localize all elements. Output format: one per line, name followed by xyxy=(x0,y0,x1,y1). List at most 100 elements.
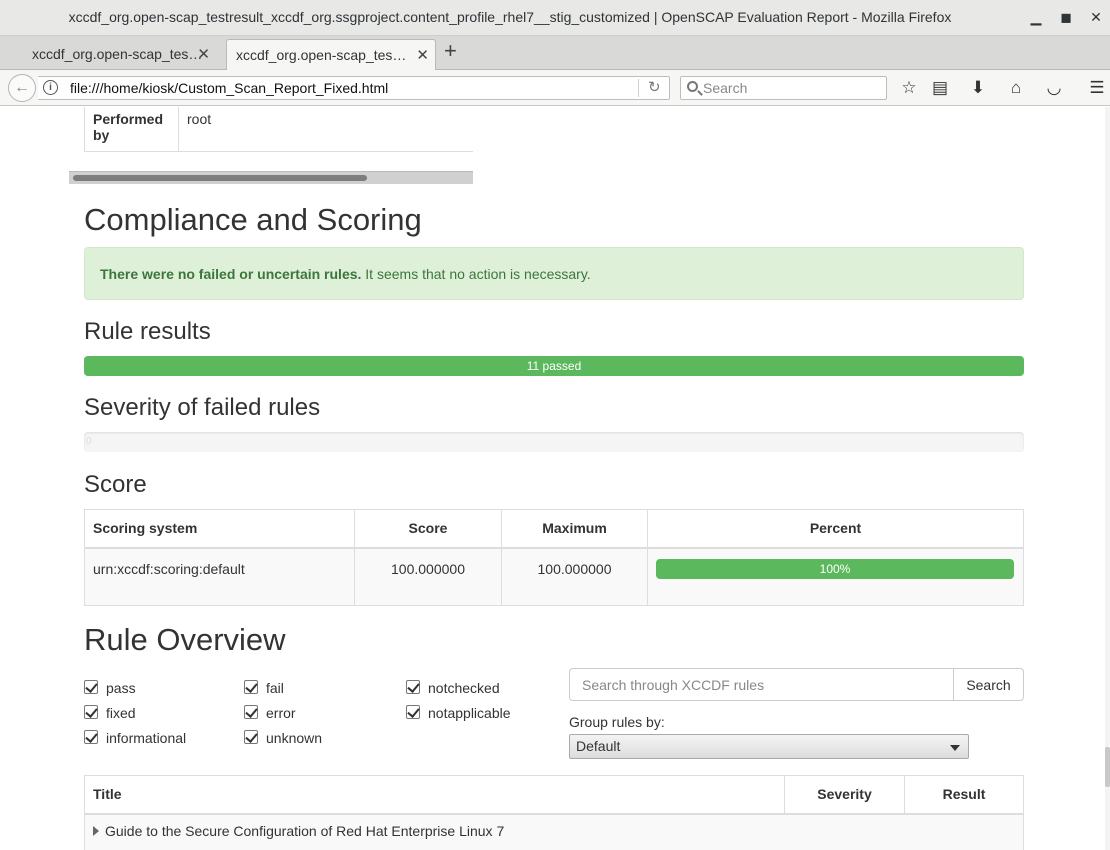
scoring-system-cell: urn:xccdf:scoring:default xyxy=(84,547,355,606)
url-text[interactable]: file:///home/kiosk/Custom_Scan_Report_Fi… xyxy=(70,80,388,96)
group-rules-value: Default xyxy=(576,738,621,754)
severity-heading: Severity of failed rules xyxy=(84,394,321,421)
tab-report-2[interactable]: xccdf_org.open-scap_tes… ✕ xyxy=(226,39,436,70)
rule-group-row[interactable]: Guide to the Secure Configuration of Red… xyxy=(84,813,1024,850)
chevron-down-icon xyxy=(950,745,960,751)
web-search-box[interactable] xyxy=(680,76,887,100)
col-result: Result xyxy=(904,775,1024,815)
checkbox-checked[interactable] xyxy=(84,680,98,694)
menu-icon[interactable]: ☰ xyxy=(1086,78,1108,100)
close-tab-icon[interactable]: ✕ xyxy=(416,46,429,64)
table-header-row: Scoring system Score Maximum Percent xyxy=(84,509,1024,549)
col-percent: Percent xyxy=(647,509,1024,549)
web-search-input[interactable] xyxy=(703,79,883,97)
rule-search-group: Search xyxy=(569,668,1024,701)
checkbox-label: informational xyxy=(106,730,187,746)
expand-triangle-icon[interactable] xyxy=(93,825,99,836)
close-tab-icon[interactable]: ✕ xyxy=(197,45,210,63)
url-bar[interactable]: i file:///home/kiosk/Custom_Scan_Report_… xyxy=(38,76,670,100)
reading-list-icon[interactable]: ▤ xyxy=(929,78,951,100)
col-maximum: Maximum xyxy=(501,509,648,549)
new-tab-icon[interactable]: + xyxy=(444,40,457,62)
tab-strip: xccdf_org.open-scap_tes… ✕ xccdf_org.ope… xyxy=(0,36,1110,70)
compliance-heading: Compliance and Scoring xyxy=(84,202,422,237)
minimize-icon[interactable]: ▁ xyxy=(1026,7,1046,27)
navigation-toolbar: ← i file:///home/kiosk/Custom_Scan_Repor… xyxy=(0,70,1110,106)
severity-bar: 0 xyxy=(86,436,92,447)
filter-unknown-checkbox[interactable]: unknown xyxy=(244,729,322,747)
bookmark-star-icon[interactable]: ☆ xyxy=(898,78,920,100)
checkbox-label: pass xyxy=(106,680,136,696)
severity-progress: 0 xyxy=(84,432,1024,452)
col-severity: Severity xyxy=(784,775,905,815)
back-arrow-icon[interactable]: ← xyxy=(8,74,36,102)
checkbox-checked[interactable] xyxy=(84,730,98,744)
url-divider xyxy=(638,79,639,97)
col-title: Title xyxy=(84,775,785,815)
rule-results-heading: Rule results xyxy=(84,318,211,345)
percent-cell: 100% xyxy=(647,547,1024,606)
vertical-scrollbar[interactable] xyxy=(1105,107,1110,850)
search-icon xyxy=(687,81,698,92)
evaluation-characteristics-table: Performed by root xyxy=(84,107,473,152)
filter-error-checkbox[interactable]: error xyxy=(244,704,296,722)
rule-search-button[interactable]: Search xyxy=(953,668,1024,701)
table-row: urn:xccdf:scoring:default 100.000000 100… xyxy=(84,547,1024,606)
col-score: Score xyxy=(354,509,502,549)
checkbox-label: fixed xyxy=(106,705,136,721)
checkbox-label: fail xyxy=(266,680,284,696)
window-titlebar: xccdf_org.open-scap_testresult_xccdf_org… xyxy=(0,0,1110,36)
performed-by-label: Performed by xyxy=(84,107,179,152)
table-header-row: Title Severity Result xyxy=(84,775,1024,815)
horizontal-scrollbar[interactable] xyxy=(69,171,473,184)
rule-search-input[interactable] xyxy=(569,668,954,701)
maximum-cell: 100.000000 xyxy=(501,547,648,606)
filter-pass-checkbox[interactable]: pass xyxy=(84,679,136,697)
percent-bar: 100% xyxy=(656,558,1014,579)
group-rules-select[interactable]: Default xyxy=(569,734,969,759)
table-row: Performed by root xyxy=(84,107,473,152)
checkbox-checked[interactable] xyxy=(244,730,258,744)
checkbox-checked[interactable] xyxy=(406,680,420,694)
checkbox-label: notchecked xyxy=(428,680,500,696)
filter-notchecked-checkbox[interactable]: notchecked xyxy=(406,679,500,697)
window-title: xccdf_org.open-scap_testresult_xccdf_org… xyxy=(68,9,952,25)
report-page: Performed by root Compliance and Scoring… xyxy=(0,107,1110,850)
checkbox-checked[interactable] xyxy=(244,680,258,694)
rule-results-progress: 11 passed xyxy=(84,356,1024,376)
checkbox-label: notapplicable xyxy=(428,705,511,721)
col-scoring-system: Scoring system xyxy=(84,509,355,549)
home-icon[interactable]: ⌂ xyxy=(1005,78,1027,100)
downloads-icon[interactable]: ⬇ xyxy=(967,78,989,100)
checkbox-checked[interactable] xyxy=(84,705,98,719)
alert-bold-text: There were no failed or uncertain rules. xyxy=(100,266,362,282)
tab-label: xccdf_org.open-scap_tes… xyxy=(32,46,203,62)
filter-fail-checkbox[interactable]: fail xyxy=(244,679,284,697)
pocket-icon[interactable]: ◡ xyxy=(1043,78,1065,100)
score-cell: 100.000000 xyxy=(354,547,502,606)
checkbox-label: error xyxy=(266,705,296,721)
alert-text: It seems that no action is necessary. xyxy=(361,266,591,282)
rule-group-title[interactable]: Guide to the Secure Configuration of Red… xyxy=(105,823,504,839)
reload-icon[interactable]: ↻ xyxy=(648,78,661,96)
checkbox-checked[interactable] xyxy=(244,705,258,719)
score-heading: Score xyxy=(84,471,147,498)
close-window-icon[interactable]: ✕ xyxy=(1086,7,1106,27)
score-table: Scoring system Score Maximum Percent urn… xyxy=(84,509,1024,606)
filter-informational-checkbox[interactable]: informational xyxy=(84,729,186,747)
tab-report-1[interactable]: xccdf_org.open-scap_tes… ✕ xyxy=(6,39,216,70)
filter-notapplicable-checkbox[interactable]: notapplicable xyxy=(406,704,511,722)
table-row[interactable]: Guide to the Secure Configuration of Red… xyxy=(84,813,1024,850)
passed-bar: 11 passed xyxy=(84,356,1024,376)
scrollbar-thumb[interactable] xyxy=(73,175,367,181)
success-alert: There were no failed or uncertain rules.… xyxy=(84,247,1024,300)
rule-overview-heading: Rule Overview xyxy=(84,622,286,657)
rule-overview-table: Title Severity Result Guide to the Secur… xyxy=(84,775,1024,850)
maximize-icon[interactable]: ◼ xyxy=(1056,7,1076,27)
filter-fixed-checkbox[interactable]: fixed xyxy=(84,704,136,722)
scrollbar-thumb[interactable] xyxy=(1105,747,1110,787)
checkbox-label: unknown xyxy=(266,730,323,746)
checkbox-checked[interactable] xyxy=(406,705,420,719)
site-info-icon[interactable]: i xyxy=(43,80,58,95)
group-rules-label: Group rules by: xyxy=(569,714,665,730)
